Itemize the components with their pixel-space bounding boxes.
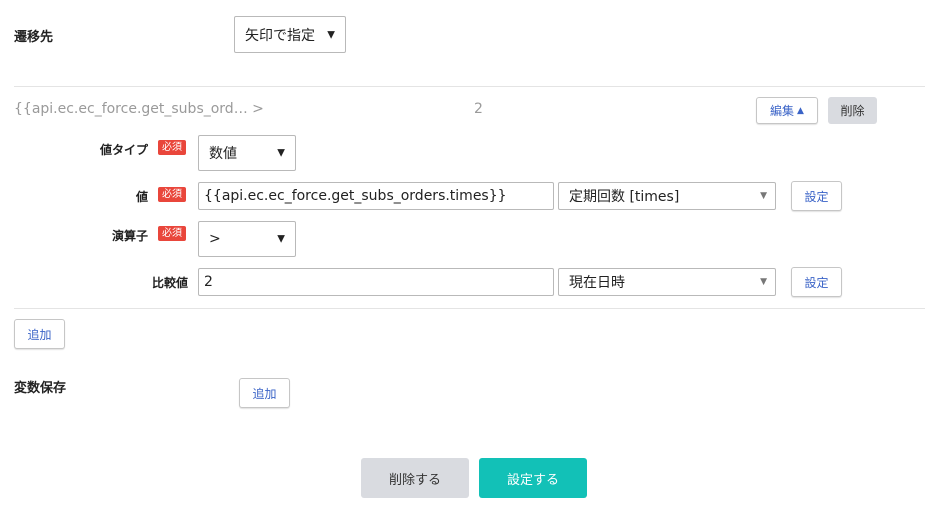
confirm-button[interactable]: 設定する — [479, 458, 587, 498]
edit-button[interactable]: 編集 ▲ — [756, 97, 818, 124]
value-settings-button[interactable]: 設定 — [791, 181, 842, 211]
required-badge: 必須 — [158, 226, 186, 241]
value-type-select[interactable]: 数値 ▼ — [198, 135, 296, 171]
value-type-select-value: 数値 — [209, 146, 237, 162]
operator-label: 演算子 — [111, 229, 148, 243]
chevron-down-icon: ▼ — [760, 277, 767, 287]
delete-condition-button[interactable]: 削除 — [828, 97, 877, 124]
compare-input[interactable]: 2 — [198, 268, 554, 296]
delete-all-button[interactable]: 削除する — [361, 458, 469, 498]
operator-select-value: > — [209, 231, 221, 247]
edit-label: 編集 — [770, 104, 795, 118]
chevron-down-icon: ▼ — [327, 29, 335, 40]
divider — [14, 308, 925, 309]
chevron-down-icon: ▼ — [760, 191, 767, 201]
add-variable-button[interactable]: 追加 — [239, 378, 290, 408]
required-badge: 必須 — [158, 140, 186, 155]
condition-summary-right: 2 — [474, 101, 483, 117]
compare-variable-select-value: 現在日時 — [569, 275, 625, 291]
transition-label: 遷移先 — [14, 30, 54, 45]
value-variable-select-value: 定期回数 [times] — [569, 189, 680, 205]
value-label: 値 — [135, 190, 148, 204]
operator-select[interactable]: > ▼ — [198, 221, 296, 257]
compare-label: 比較値 — [151, 276, 188, 290]
value-type-label: 値タイプ — [99, 143, 148, 157]
add-condition-button[interactable]: 追加 — [14, 319, 65, 349]
value-variable-select[interactable]: 定期回数 [times] ▼ — [558, 182, 776, 210]
chevron-down-icon: ▼ — [277, 147, 285, 159]
compare-settings-button[interactable]: 設定 — [791, 267, 842, 297]
value-input[interactable]: {{api.ec.ec_force.get_subs_orders.times}… — [198, 182, 554, 210]
caret-up-icon: ▲ — [797, 105, 804, 116]
transition-select[interactable]: 矢印で指定 ▼ — [234, 16, 346, 53]
variable-save-label: 変数保存 — [14, 381, 67, 396]
compare-variable-select[interactable]: 現在日時 ▼ — [558, 268, 776, 296]
required-badge: 必須 — [158, 187, 186, 202]
divider — [14, 86, 925, 87]
transition-select-value: 矢印で指定 — [245, 27, 315, 44]
condition-summary-left: {{api.ec.ec_force.get_subs_ord… > — [14, 101, 264, 117]
chevron-down-icon: ▼ — [277, 233, 285, 245]
